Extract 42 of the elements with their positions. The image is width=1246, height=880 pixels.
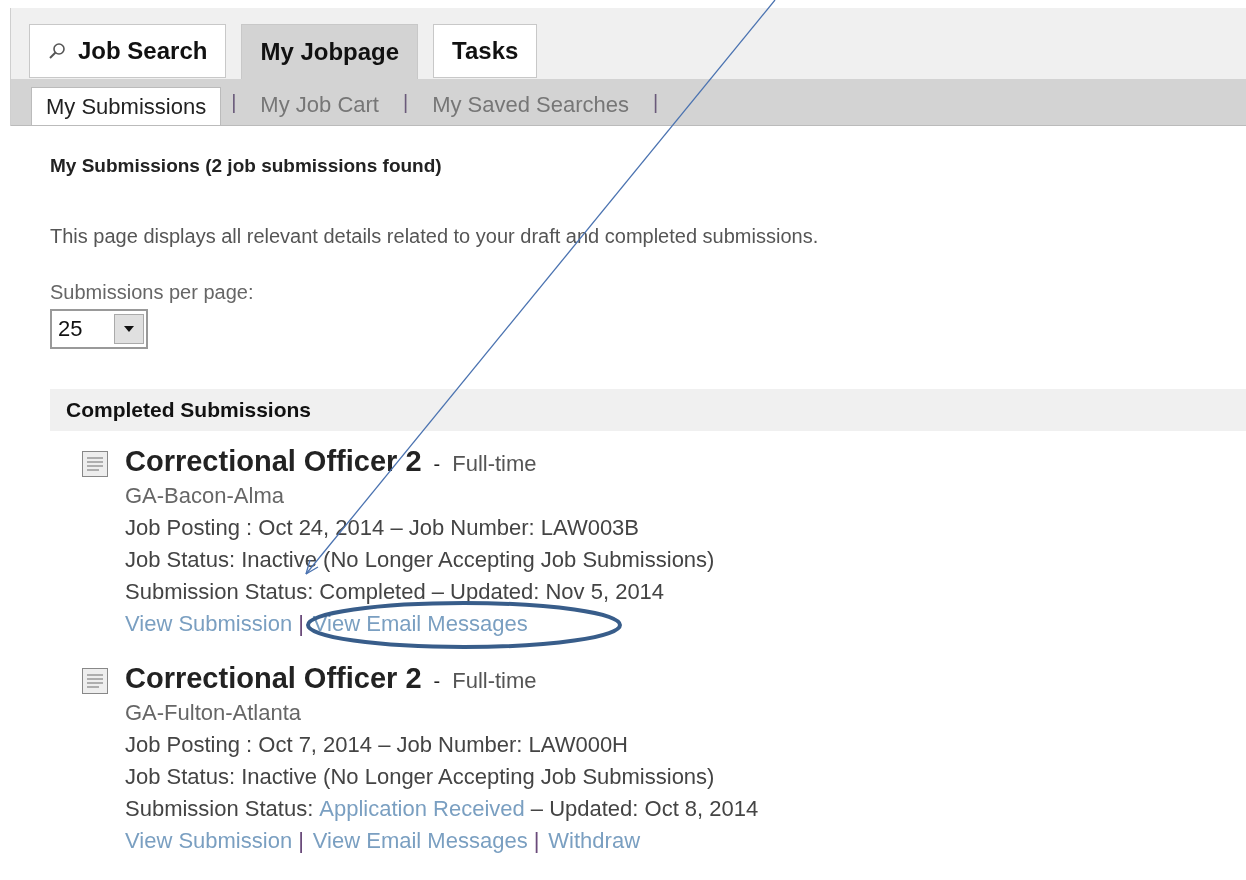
separator: |: [532, 826, 541, 855]
separator: |: [230, 90, 238, 115]
updated-date: – Updated: Oct 8, 2014: [530, 794, 759, 823]
job-title-link[interactable]: Correctional Officer 2: [125, 444, 422, 477]
job-type: Full-time: [452, 666, 537, 695]
sub-tab[interactable]: My Job Cart: [246, 85, 393, 123]
title-separator: -: [433, 668, 441, 694]
submission-status-label: Submission Status:: [125, 794, 314, 823]
submission-status: Completed: [319, 577, 426, 606]
search-icon: [48, 42, 66, 60]
submission-status-label: Submission Status:: [125, 577, 314, 606]
job-status: Job Status: Inactive (No Longer Accepting Job Submissions): [125, 762, 715, 791]
job-location: GA-Bacon-Alma: [125, 481, 284, 510]
document-icon: [82, 450, 108, 477]
action-link[interactable]: View Submission: [125, 824, 293, 857]
job-posting: Job Posting : Oct 7, 2014 – Job Number: LAW000H: [125, 730, 628, 759]
action-link[interactable]: Withdraw: [548, 824, 641, 857]
separator: |: [401, 90, 410, 115]
action-link[interactable]: View Email Messages: [312, 607, 528, 640]
action-link[interactable]: View Submission: [125, 607, 293, 640]
updated-date: – Updated: Nov 5, 2014: [431, 577, 665, 606]
separator: |: [297, 609, 305, 638]
page-heading: My Submissions (2 job submissions found): [50, 154, 443, 178]
job-location: GA-Fulton-Atlanta: [125, 698, 302, 727]
per-page-select[interactable]: 25: [50, 308, 148, 349]
separator: |: [297, 826, 305, 855]
nav-tab[interactable]: Job Search: [29, 24, 227, 78]
job-title-link[interactable]: Correctional Officer 2: [125, 661, 422, 694]
job-type: Full-time: [452, 449, 537, 478]
dropdown-caret-icon: [124, 325, 134, 332]
section-title: Completed Submissions: [66, 396, 312, 423]
separator: |: [652, 90, 660, 115]
nav-tab[interactable]: My Jobpage: [241, 24, 419, 79]
sub-tab[interactable]: My Saved Searches: [418, 85, 644, 123]
sub-tab[interactable]: My Submissions: [31, 87, 222, 125]
title-separator: -: [433, 451, 441, 477]
action-link[interactable]: View Email Messages: [312, 824, 528, 857]
nav-tab[interactable]: Tasks: [433, 24, 538, 78]
job-status: Job Status: Inactive (No Longer Accepting Job Submissions): [125, 545, 715, 574]
per-page-label: Submissions per page:: [50, 279, 254, 305]
submission-status-link[interactable]: Application Received: [319, 792, 525, 825]
document-icon: [82, 667, 108, 694]
